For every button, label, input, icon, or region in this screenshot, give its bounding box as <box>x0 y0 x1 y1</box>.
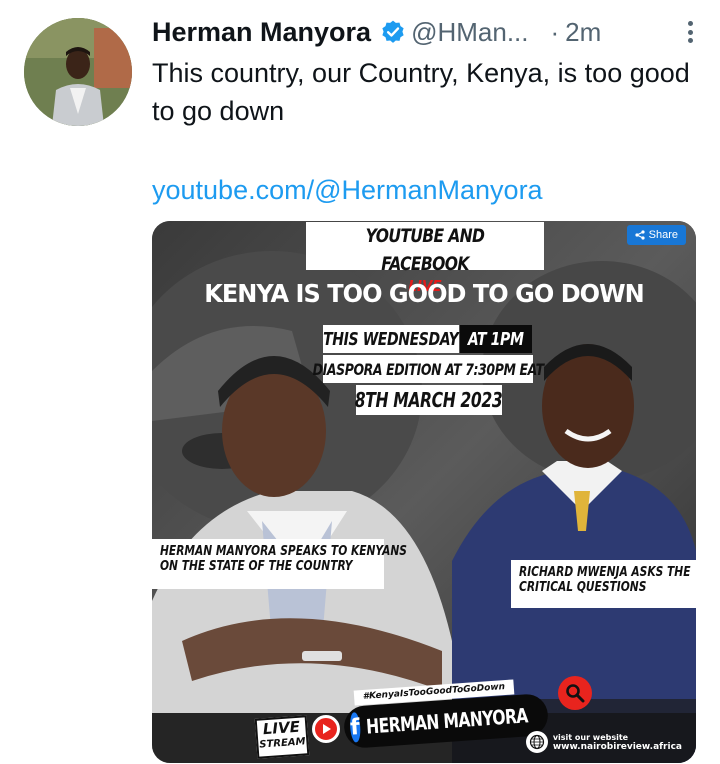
caption-left-line2: ON THE STATE OF THE COUNTRY <box>160 559 353 574</box>
time-box: AT 1PM <box>460 325 532 353</box>
caption-right-line2: CRITICAL QUESTIONS <box>519 580 647 595</box>
more-vertical-icon[interactable] <box>678 17 702 47</box>
facebook-icon: f <box>349 712 361 743</box>
globe-glyph <box>529 734 544 750</box>
facebook-page-name: HERMAN MANYORA <box>364 703 529 739</box>
date-box: 8TH MARCH 2023 <box>355 385 503 415</box>
day-box: THIS WEDNESDAY <box>323 325 459 353</box>
diaspora-text: DIASPORA EDITION AT 7:30PM EAT <box>312 359 544 379</box>
diaspora-box: DIASPORA EDITION AT 7:30PM EAT <box>312 355 544 383</box>
date-text: 8TH MARCH 2023 <box>355 388 503 412</box>
globe-icon <box>525 731 548 753</box>
banner-line1: YOUTUBE AND FACEBOOK <box>365 225 485 275</box>
author-handle[interactable]: @HMan... <box>411 17 528 48</box>
website-url: www.nairobireview.africa <box>552 741 682 752</box>
live-stream-badge: LIVE STREAM <box>254 715 310 759</box>
magnifier-glyph <box>566 684 585 703</box>
poster-headline: KENYA IS TOO GOOD TO GO DOWN <box>204 279 645 308</box>
share-icon <box>635 230 645 240</box>
stream-text: STREAM <box>259 736 306 751</box>
tweet-timestamp[interactable]: 2m <box>565 17 601 48</box>
banner-box: YOUTUBE AND FACEBOOK LIVE <box>306 222 544 294</box>
tweet-text: This country, our Country, Kenya, is too… <box>152 58 690 126</box>
avatar-photo <box>24 18 132 126</box>
verified-badge-icon <box>382 20 404 43</box>
tweet-media-image[interactable]: Share YOUTUBE AND FACEBOOK LIVE KENYA IS… <box>152 221 696 763</box>
caption-left-line1: HERMAN MANYORA SPEAKS TO KENYANS <box>160 544 407 559</box>
website-info: visit our website www.nairobireview.afri… <box>525 731 682 753</box>
website-label: visit our website <box>552 732 629 742</box>
tweet-header: Herman Manyora @HMan... · 2m <box>152 12 702 52</box>
youtube-play-icon <box>312 715 340 743</box>
caption-left: HERMAN MANYORA SPEAKS TO KENYANS ON THE … <box>152 539 407 589</box>
share-label: Share <box>648 229 678 241</box>
search-icon <box>558 676 592 710</box>
day-text: THIS WEDNESDAY <box>323 328 459 350</box>
author-avatar[interactable] <box>24 18 132 126</box>
tweet-link[interactable]: youtube.com/@HermanManyora <box>152 171 543 209</box>
author-name[interactable]: Herman Manyora <box>152 17 371 48</box>
caption-right: RICHARD MWENJA ASKS THE CRITICAL QUESTIO… <box>511 560 696 608</box>
play-triangle <box>323 724 331 734</box>
caption-right-line1: RICHARD MWENJA ASKS THE <box>519 565 691 580</box>
time-text: AT 1PM <box>468 328 524 350</box>
separator-dot: · <box>550 16 560 47</box>
share-button[interactable]: Share <box>626 225 686 245</box>
